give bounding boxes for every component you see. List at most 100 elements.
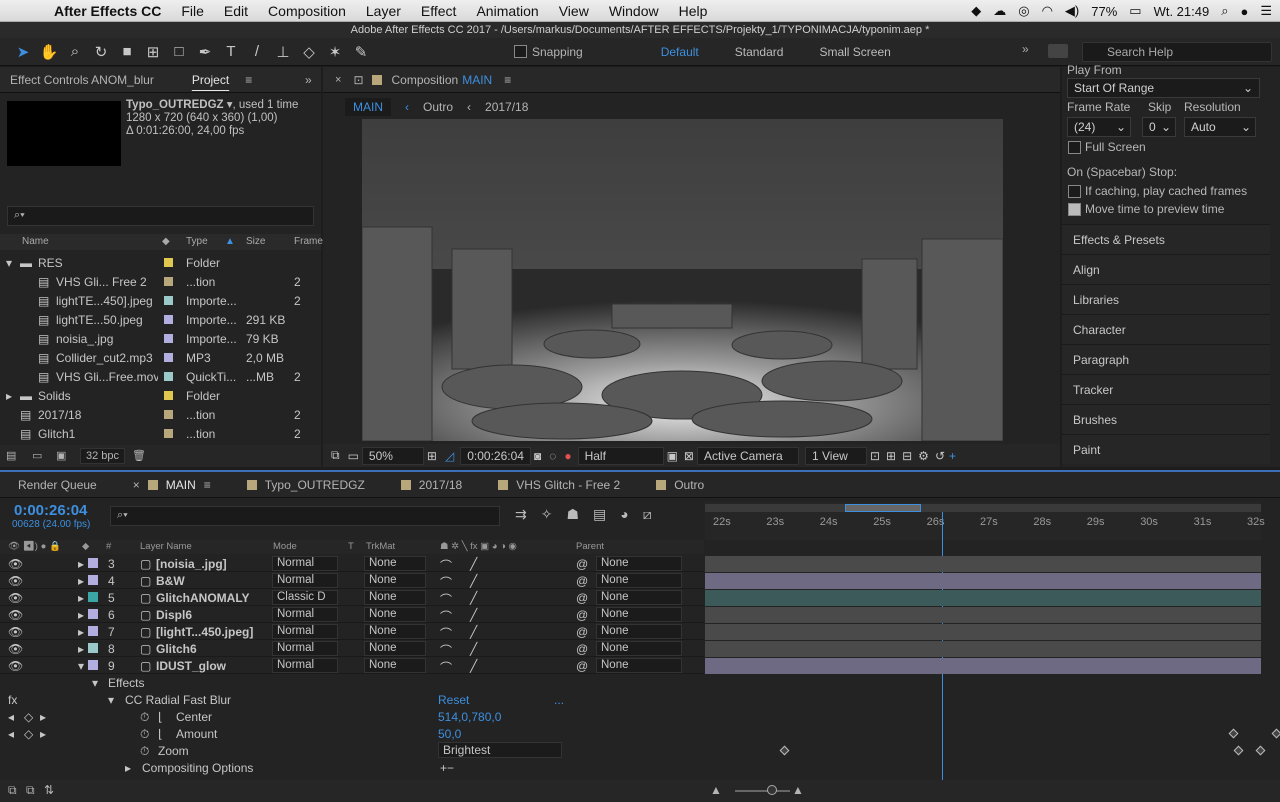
keyframe-icon[interactable]	[779, 745, 790, 756]
composition-viewer[interactable]	[362, 119, 1003, 441]
mode-dropdown[interactable]: Normal	[272, 573, 338, 588]
layer-duration-bar[interactable]	[705, 624, 1261, 640]
label-swatch[interactable]	[164, 410, 173, 419]
puppet-pin-tool-icon[interactable]: ✎	[348, 40, 374, 64]
play-from-dropdown[interactable]: Start Of Range ⌄	[1067, 78, 1260, 98]
disclosure-triangle-icon[interactable]: ▾	[92, 676, 98, 690]
mode-dropdown[interactable]: Normal	[272, 624, 338, 639]
trkmat-dropdown[interactable]: None	[364, 573, 426, 588]
property-value[interactable]: 50,0	[438, 727, 461, 741]
layer-duration-bar[interactable]	[705, 658, 1261, 674]
trkmat-dropdown[interactable]: None	[364, 624, 426, 639]
disclosure-triangle-icon[interactable]: ▸	[6, 389, 12, 403]
graph-editor-icon[interactable]: ⧄	[643, 506, 652, 523]
label-swatch[interactable]	[88, 558, 98, 568]
trkmat-dropdown[interactable]: None	[364, 556, 426, 571]
modes-toggle-icon[interactable]: ⧉	[26, 783, 35, 798]
safe-zones-icon[interactable]: ⊞	[427, 449, 437, 463]
label-swatch[interactable]	[164, 391, 173, 400]
add-remove-icon[interactable]: +−	[440, 761, 454, 775]
menu-animation[interactable]: Animation	[466, 3, 548, 19]
region-of-interest-icon[interactable]: ▣	[667, 449, 678, 463]
layer-name[interactable]: [lightT...450.jpeg]	[156, 625, 253, 639]
layer-duration-bar[interactable]	[705, 641, 1261, 657]
fx-icon[interactable]: fx	[8, 693, 17, 707]
panel-paint[interactable]: Paint	[1062, 434, 1270, 464]
pickwhip-icon[interactable]: @	[576, 591, 588, 605]
cached-frames-checkbox[interactable]	[1068, 185, 1081, 198]
layer-name[interactable]: GlitchANOMALY	[156, 591, 250, 605]
label-swatch[interactable]	[88, 592, 98, 602]
search-help-input[interactable]: Search Help	[1082, 42, 1272, 62]
pickwhip-icon[interactable]: @	[576, 642, 588, 656]
roto-brush-tool-icon[interactable]: ✶	[322, 40, 348, 64]
label-swatch[interactable]	[164, 353, 173, 362]
resolution-dropdown[interactable]: Half	[577, 446, 664, 465]
hand-tool-icon[interactable]: ✋	[36, 40, 62, 64]
draft-3d-icon[interactable]: ✧	[541, 506, 553, 523]
stopwatch-icon[interactable]: ⏱	[140, 710, 149, 725]
view-layout-dropdown[interactable]: 1 View	[804, 446, 867, 465]
parent-dropdown[interactable]: None	[596, 590, 682, 605]
fast-previews-icon[interactable]: ⊞	[886, 449, 896, 463]
full-screen-checkbox[interactable]	[1068, 141, 1081, 154]
effects-group[interactable]: ▾ Effects	[0, 674, 704, 691]
layer-duration-bar[interactable]	[705, 590, 1261, 606]
timeline-tab[interactable]: Outro	[638, 478, 722, 492]
col-type[interactable]: Type	[186, 236, 208, 247]
layer-duration-bar[interactable]	[705, 573, 1261, 589]
layer-row[interactable]: 👁 ▸ 5 ▢ GlitchANOMALY Classic D None ⌒ ╱ @ None	[0, 589, 704, 607]
keyframe-icon[interactable]	[1228, 728, 1239, 739]
menu-file[interactable]: File	[171, 3, 214, 19]
pickwhip-icon[interactable]: @	[576, 625, 588, 639]
camera-tool-icon[interactable]: ■	[114, 40, 140, 64]
project-item[interactable]: ▤ lightTE...50.jpeg Importe... 291 KB	[0, 310, 321, 329]
label-swatch[interactable]	[88, 609, 98, 619]
brush-tool-icon[interactable]: /	[244, 40, 270, 64]
workspace-overflow-icon[interactable]: »	[1022, 42, 1029, 56]
clock[interactable]: Wt. 21:49	[1154, 4, 1210, 19]
label-col-icon[interactable]: ◆	[82, 541, 89, 552]
rectangle-tool-icon[interactable]: □	[166, 40, 192, 64]
layer-name[interactable]: IDUST_glow	[156, 659, 226, 673]
parent-dropdown[interactable]: None	[596, 607, 682, 622]
quality-switch-icon[interactable]: ╱	[470, 608, 477, 622]
keyframe-icon[interactable]	[1255, 745, 1266, 756]
layer-name[interactable]: [noisia_.jpg]	[156, 557, 227, 571]
layer-row[interactable]: 👁 ▸ 7 ▢ [lightT...450.jpeg] Normal None ⌒ ╱ @ None	[0, 623, 704, 641]
panel-tracker[interactable]: Tracker	[1062, 374, 1270, 404]
property-row[interactable]: ◂ ◇ ▸ ⏱ ⌊ Amount 50,0	[0, 725, 704, 742]
project-item[interactable]: ▾ ▬ RES Folder	[0, 253, 321, 272]
new-composition-icon[interactable]: ▣	[56, 449, 66, 462]
label-col-icon[interactable]: ◆	[162, 236, 170, 247]
label-swatch[interactable]	[88, 643, 98, 653]
project-search-input[interactable]: ⌕▾	[7, 206, 314, 226]
project-item[interactable]: ▤ Glitch1 ...tion 2	[0, 424, 321, 443]
layer-name[interactable]: Glitch6	[156, 642, 197, 656]
timeline-tab[interactable]: 2017/18	[383, 478, 480, 492]
project-item[interactable]: ▤ noisia_.jpg Importe... 79 KB	[0, 329, 321, 348]
disclosure-triangle-icon[interactable]: ▸	[78, 642, 84, 656]
tab-composition[interactable]: Composition	[382, 73, 463, 87]
project-item[interactable]: ▸ ▬ Solids Folder	[0, 386, 321, 405]
label-swatch[interactable]	[164, 372, 173, 381]
move-time-checkbox[interactable]	[1068, 203, 1081, 216]
close-tab-icon[interactable]: ×	[133, 478, 140, 492]
toggle-pixel-aspect-icon[interactable]: ⊡	[870, 449, 880, 463]
layer-duration-bar[interactable]	[705, 556, 1261, 572]
label-swatch[interactable]	[164, 334, 173, 343]
disclosure-triangle-icon[interactable]: ▸	[78, 557, 84, 571]
layer-name[interactable]: Displ6	[156, 608, 192, 622]
workspace-small-screen[interactable]: Small Screen	[801, 45, 908, 59]
col-layer-name[interactable]: Layer Name	[140, 541, 192, 552]
zoom-out-icon[interactable]: ▲	[710, 783, 722, 797]
skip-dropdown[interactable]: 0 ⌄	[1142, 117, 1176, 137]
crumb-outro[interactable]: Outro	[423, 100, 453, 114]
crumb-main[interactable]: MAIN	[345, 98, 391, 116]
spotlight-icon[interactable]: ⌕	[1221, 3, 1228, 19]
disclosure-triangle-icon[interactable]: ▸	[78, 625, 84, 639]
interpret-footage-icon[interactable]: ▤	[6, 449, 16, 462]
menu-window[interactable]: Window	[599, 3, 669, 19]
item-info-name[interactable]: Typo_OUTREDGZ	[126, 99, 224, 111]
menu-effect[interactable]: Effect	[411, 3, 467, 19]
